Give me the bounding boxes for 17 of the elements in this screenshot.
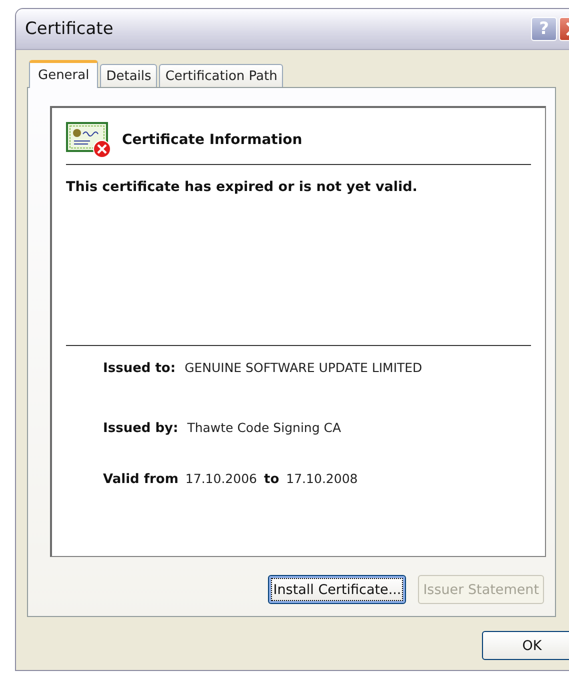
window-title: Certificate	[25, 19, 114, 39]
date-value: 17.10.2006	[185, 471, 257, 486]
tab[interactable]: General	[29, 60, 98, 88]
ok-button[interactable]: OK	[482, 631, 569, 660]
field-label: Issued by:	[103, 421, 178, 436]
tab[interactable]: Certification Path	[159, 64, 284, 87]
field-label: to	[264, 472, 280, 487]
field-value: GENUINE SOFTWARE UPDATE LIMITED	[184, 360, 422, 375]
field-value: Thawte Code Signing CA	[187, 420, 342, 435]
section-heading: Certificate Information	[122, 132, 302, 148]
tab[interactable]: Details	[100, 64, 158, 87]
date-value: 17.10.2008	[286, 471, 358, 486]
certificate-error-icon	[66, 122, 112, 158]
panel-button[interactable]: Install Certificate...	[268, 575, 406, 604]
status-message: This certificate has expired or is not yet valid.	[66, 179, 418, 197]
field-label: Valid from	[103, 472, 178, 487]
field-label: Issued to:	[103, 361, 176, 376]
